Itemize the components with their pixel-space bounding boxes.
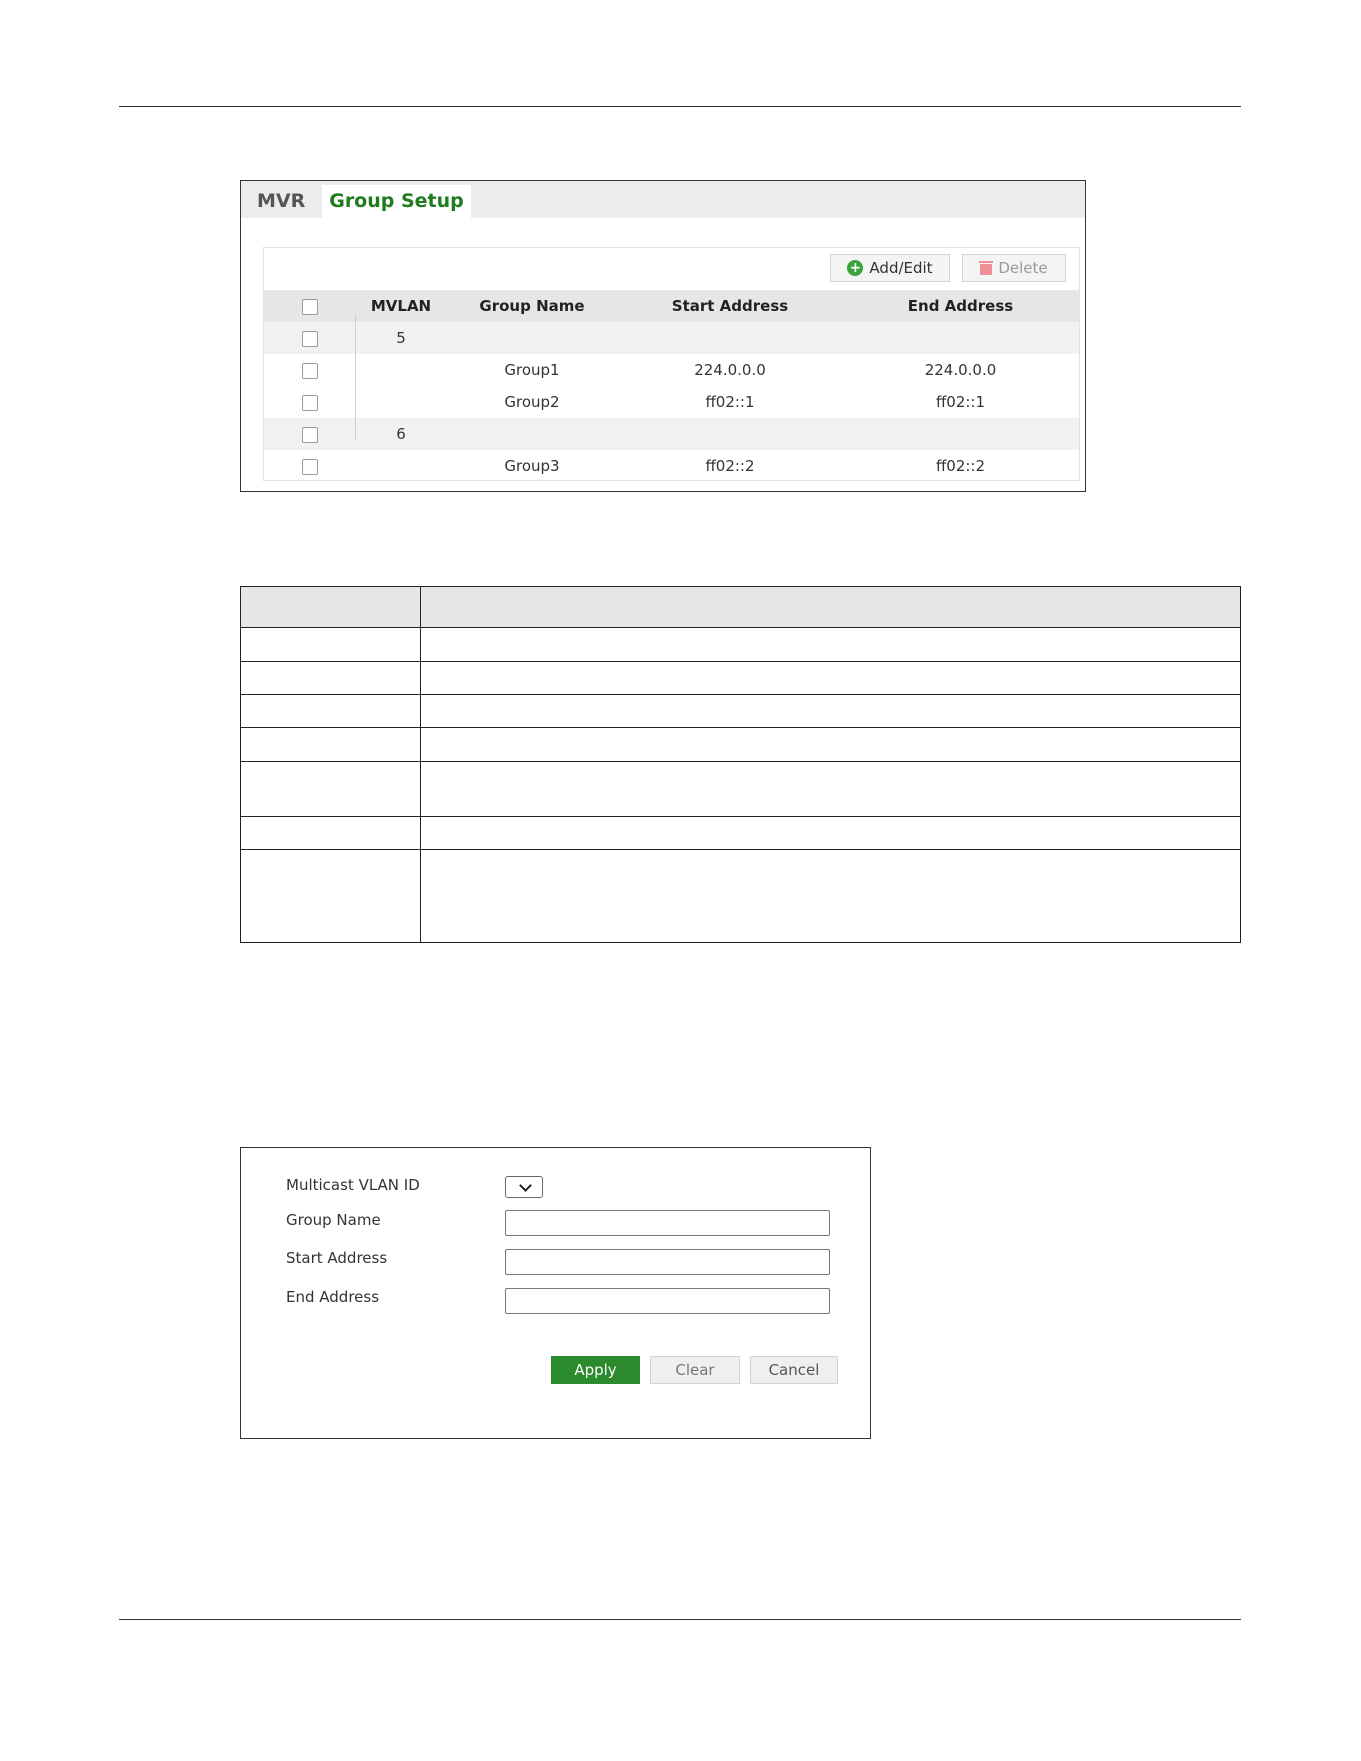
table-header: MVLAN Group Name Start Address End Addre… xyxy=(264,290,1079,322)
multicast-vlan-id-select[interactable] xyxy=(505,1176,543,1198)
description-row xyxy=(241,849,1240,942)
description-label-cell xyxy=(241,628,421,661)
multicast-vlan-id-label: Multicast VLAN ID xyxy=(286,1176,420,1194)
description-label-cell xyxy=(241,762,421,816)
group-setup-panel: MVR Group Setup + Add/Edit Delete MVLAN … xyxy=(240,180,1086,492)
header-rule xyxy=(119,106,1241,107)
row-checkbox[interactable] xyxy=(302,458,318,475)
description-row xyxy=(241,694,1240,727)
row-checkbox-cell xyxy=(264,386,356,418)
description-label-cell xyxy=(241,850,421,942)
select-all-cell xyxy=(264,290,356,322)
table-row[interactable]: 6 xyxy=(264,418,1079,450)
description-label-cell xyxy=(241,587,421,627)
cell-end-address: ff02::1 xyxy=(935,393,986,411)
table-row[interactable]: Group3 ff02::2 ff02::2 xyxy=(264,450,1079,482)
cancel-button[interactable]: Cancel xyxy=(750,1356,838,1384)
end-address-input[interactable] xyxy=(505,1288,830,1314)
cell-end-address xyxy=(842,322,1079,354)
cell-start-address: ff02::1 xyxy=(705,393,755,411)
apply-button[interactable]: Apply xyxy=(551,1356,640,1384)
plus-icon: + xyxy=(847,260,864,276)
start-address-label: Start Address xyxy=(286,1249,388,1267)
row-checkbox[interactable] xyxy=(302,362,318,379)
column-divider xyxy=(355,314,356,440)
description-row xyxy=(241,727,1240,761)
cell-start-address: ff02::2 xyxy=(705,457,755,475)
row-checkbox[interactable] xyxy=(302,330,318,347)
chevron-down-icon xyxy=(519,1179,532,1192)
cell-mvlan xyxy=(356,450,446,482)
start-address-input[interactable] xyxy=(505,1249,830,1275)
trash-icon xyxy=(979,261,994,275)
description-label-cell xyxy=(241,662,421,694)
cell-end-address: 224.0.0.0 xyxy=(924,361,997,379)
table-row[interactable]: 5 xyxy=(264,322,1079,354)
add-edit-label: Add/Edit xyxy=(869,259,933,277)
cell-group-name xyxy=(446,418,618,450)
description-header-row xyxy=(241,587,1240,627)
delete-label: Delete xyxy=(998,259,1048,277)
row-checkbox[interactable] xyxy=(302,394,318,411)
header-mvlan: MVLAN xyxy=(370,297,432,315)
description-row xyxy=(241,816,1240,849)
cell-end-address: ff02::2 xyxy=(935,457,986,475)
cell-mvlan: 6 xyxy=(396,425,406,443)
cell-start-address xyxy=(618,322,842,354)
description-row xyxy=(241,661,1240,694)
row-checkbox-cell xyxy=(264,418,356,450)
tab-group-setup[interactable]: Group Setup xyxy=(322,185,471,218)
row-checkbox-cell xyxy=(264,322,356,354)
delete-button[interactable]: Delete xyxy=(962,254,1066,282)
row-checkbox-cell xyxy=(264,450,356,482)
group-name-label: Group Name xyxy=(286,1211,381,1229)
description-label-cell xyxy=(241,695,421,727)
header-end-address: End Address xyxy=(907,297,1014,315)
cell-mvlan: 5 xyxy=(396,329,406,347)
add-edit-button[interactable]: + Add/Edit xyxy=(830,254,950,282)
tab-mvr[interactable]: MVR xyxy=(257,185,305,218)
cell-mvlan xyxy=(356,354,446,386)
cell-end-address xyxy=(842,418,1079,450)
tab-bar: MVR Group Setup xyxy=(241,181,1085,218)
header-group-name: Group Name xyxy=(479,297,585,315)
row-checkbox[interactable] xyxy=(302,426,318,443)
description-label-cell xyxy=(241,728,421,761)
group-name-input[interactable] xyxy=(505,1210,830,1236)
cell-group-name: Group2 xyxy=(504,393,560,411)
select-all-checkbox[interactable] xyxy=(302,298,318,315)
table-row[interactable]: Group1 224.0.0.0 224.0.0.0 xyxy=(264,354,1079,386)
description-row xyxy=(241,761,1240,816)
cell-mvlan xyxy=(356,386,446,418)
footer-rule xyxy=(119,1619,1241,1620)
group-table-container: + Add/Edit Delete MVLAN Group Name Start… xyxy=(263,247,1080,481)
description-table xyxy=(240,586,1241,943)
add-edit-group-panel: Multicast VLAN ID Group Name Start Addre… xyxy=(240,1147,871,1439)
cell-start-address xyxy=(618,418,842,450)
description-label-cell xyxy=(241,817,421,849)
clear-button[interactable]: Clear xyxy=(650,1356,740,1384)
cell-group-name: Group3 xyxy=(504,457,560,475)
cell-group-name xyxy=(446,322,618,354)
header-start-address: Start Address xyxy=(671,297,789,315)
description-row xyxy=(241,627,1240,661)
cell-group-name: Group1 xyxy=(504,361,560,379)
table-row[interactable]: Group2 ff02::1 ff02::1 xyxy=(264,386,1079,418)
row-checkbox-cell xyxy=(264,354,356,386)
cell-start-address: 224.0.0.0 xyxy=(694,361,766,379)
end-address-label: End Address xyxy=(286,1288,380,1306)
